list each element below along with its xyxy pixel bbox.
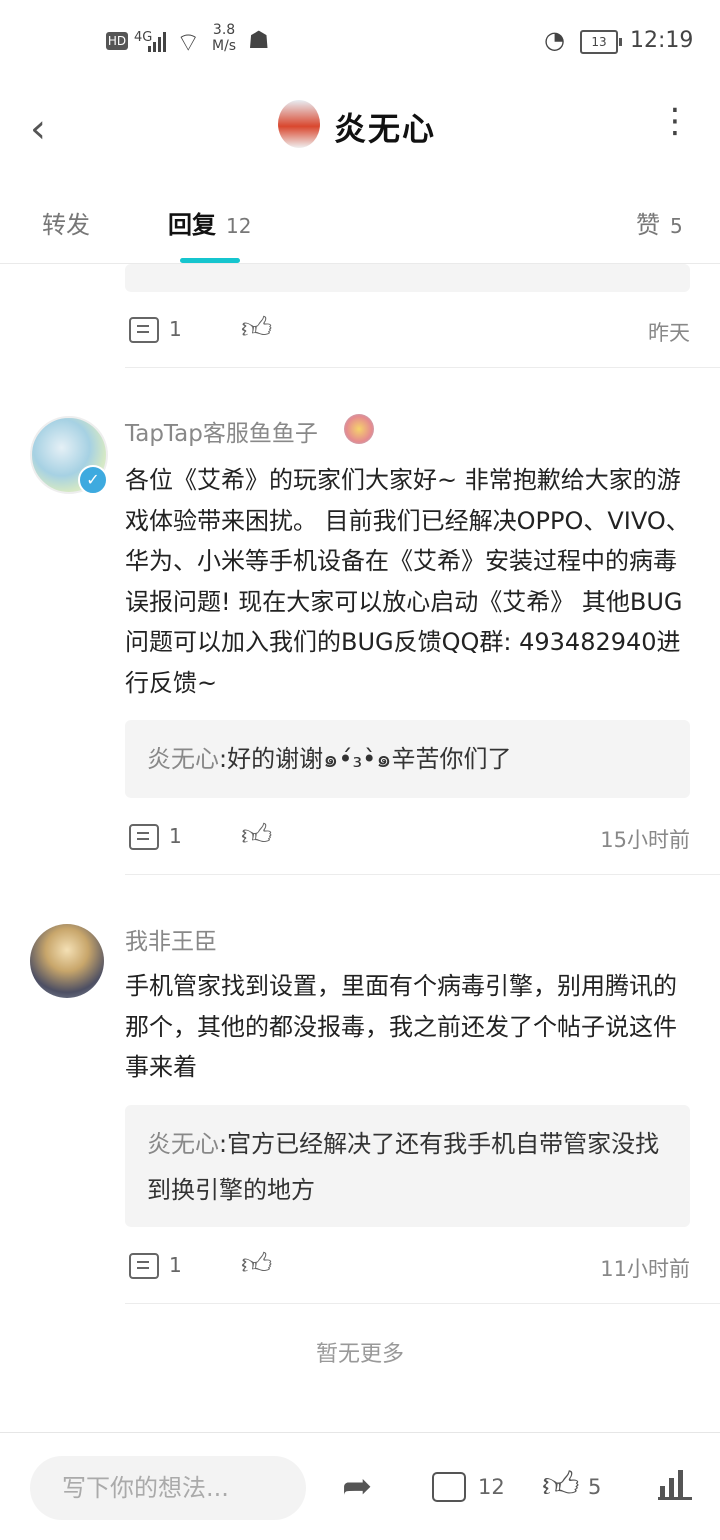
- comment-time: 昨天: [648, 321, 690, 345]
- author-avatar[interactable]: [278, 100, 320, 148]
- comment-divider: [125, 367, 720, 368]
- tab-forward-label: 转发: [42, 211, 90, 239]
- tab-forward[interactable]: 转发: [42, 205, 90, 240]
- back-icon[interactable]: ‹: [30, 106, 46, 152]
- comment-icon[interactable]: [129, 824, 159, 850]
- battery-icon: 13: [580, 30, 622, 54]
- reply-author: 炎无心: [147, 1130, 219, 1158]
- comment-actions: 1 👍︎ 11小时前: [125, 1247, 690, 1289]
- like-count: 5: [588, 1475, 602, 1499]
- comment-divider: [125, 1303, 720, 1304]
- comment-time: 15小时前: [600, 828, 690, 852]
- comment-divider: [125, 874, 720, 875]
- comment-time: 11小时前: [600, 1257, 690, 1281]
- status-bar: HD 4G ⌔ 3.8 M/s ☗ ◔ 13 12:19: [0, 0, 720, 84]
- speed-meter-icon: ◔: [544, 26, 565, 54]
- reply-text: :官方已经解决了还有我手机自带管家没找到换引擎的地方: [147, 1130, 660, 1204]
- tab-likes[interactable]: 赞5: [636, 205, 683, 240]
- reply-quote-partial[interactable]: [125, 264, 690, 292]
- comment-icon[interactable]: [129, 317, 159, 343]
- tab-likes-label: 赞: [636, 211, 660, 239]
- tab-replies-count: 12: [226, 214, 252, 238]
- comment-author[interactable]: TapTap客服鱼鱼子: [125, 414, 318, 448]
- thumbs-up-icon[interactable]: 👍︎: [241, 1247, 272, 1283]
- thumbs-up-icon[interactable]: 👍︎: [542, 1463, 580, 1507]
- reply-count: 1: [169, 824, 182, 848]
- comment-author[interactable]: 我非王臣: [125, 922, 217, 956]
- comment-icon[interactable]: [129, 1253, 159, 1279]
- comment-count: 12: [478, 1475, 505, 1499]
- reply-count: 1: [169, 317, 182, 341]
- reply-author: 炎无心: [147, 745, 219, 773]
- qq-icon: ☗: [248, 26, 270, 54]
- comment-input[interactable]: 写下你的想法...: [30, 1456, 306, 1520]
- reply-quote[interactable]: 炎无心:好的谢谢๑•́₃•̀๑辛苦你们了: [125, 720, 690, 798]
- page-title: 炎无心: [334, 110, 437, 148]
- clock: 12:19: [630, 28, 694, 53]
- tab-likes-count: 5: [670, 214, 683, 238]
- tab-replies[interactable]: 回复 12: [168, 205, 251, 240]
- comment-text: 手机管家找到设置，里面有个病毒引擎，别用腾讯的那个，其他的都没报毒，我之前还发了…: [125, 972, 677, 1081]
- stats-icon[interactable]: [658, 1470, 692, 1500]
- thumbs-up-icon[interactable]: 👍︎: [241, 818, 272, 854]
- comment-text: 各位《艾希》的玩家们大家好~ 非常抱歉给大家的游戏体验带来困扰。 目前我们已经解…: [125, 466, 690, 697]
- no-more-text: 暂无更多: [315, 1342, 404, 1367]
- share-icon[interactable]: ➦: [342, 1466, 372, 1507]
- reply-count: 1: [169, 1253, 182, 1277]
- hd-icon: HD: [106, 32, 128, 50]
- bottom-bar-divider: [0, 1432, 720, 1433]
- tab-replies-label: 回复: [168, 211, 216, 239]
- comment-actions: 1 👍︎ 15小时前: [125, 818, 690, 860]
- avatar[interactable]: [30, 924, 104, 998]
- signal-icon: [148, 30, 170, 52]
- user-badge-icon: [344, 414, 374, 444]
- thumbs-up-icon[interactable]: 👍︎: [241, 311, 272, 347]
- comment-actions: 1 👍︎ 昨天: [125, 311, 690, 353]
- comment-icon[interactable]: [432, 1472, 466, 1502]
- reply-quote[interactable]: 炎无心:官方已经解决了还有我手机自带管家没找到换引擎的地方: [125, 1105, 690, 1227]
- network-speed: 3.8 M/s: [212, 22, 237, 54]
- reply-text: :好的谢谢๑•́₃•̀๑辛苦你们了: [219, 745, 512, 773]
- verified-icon: ✓: [78, 465, 108, 495]
- more-vertical-icon[interactable]: ⋮: [658, 104, 692, 138]
- wifi-icon: ⌔: [176, 28, 201, 58]
